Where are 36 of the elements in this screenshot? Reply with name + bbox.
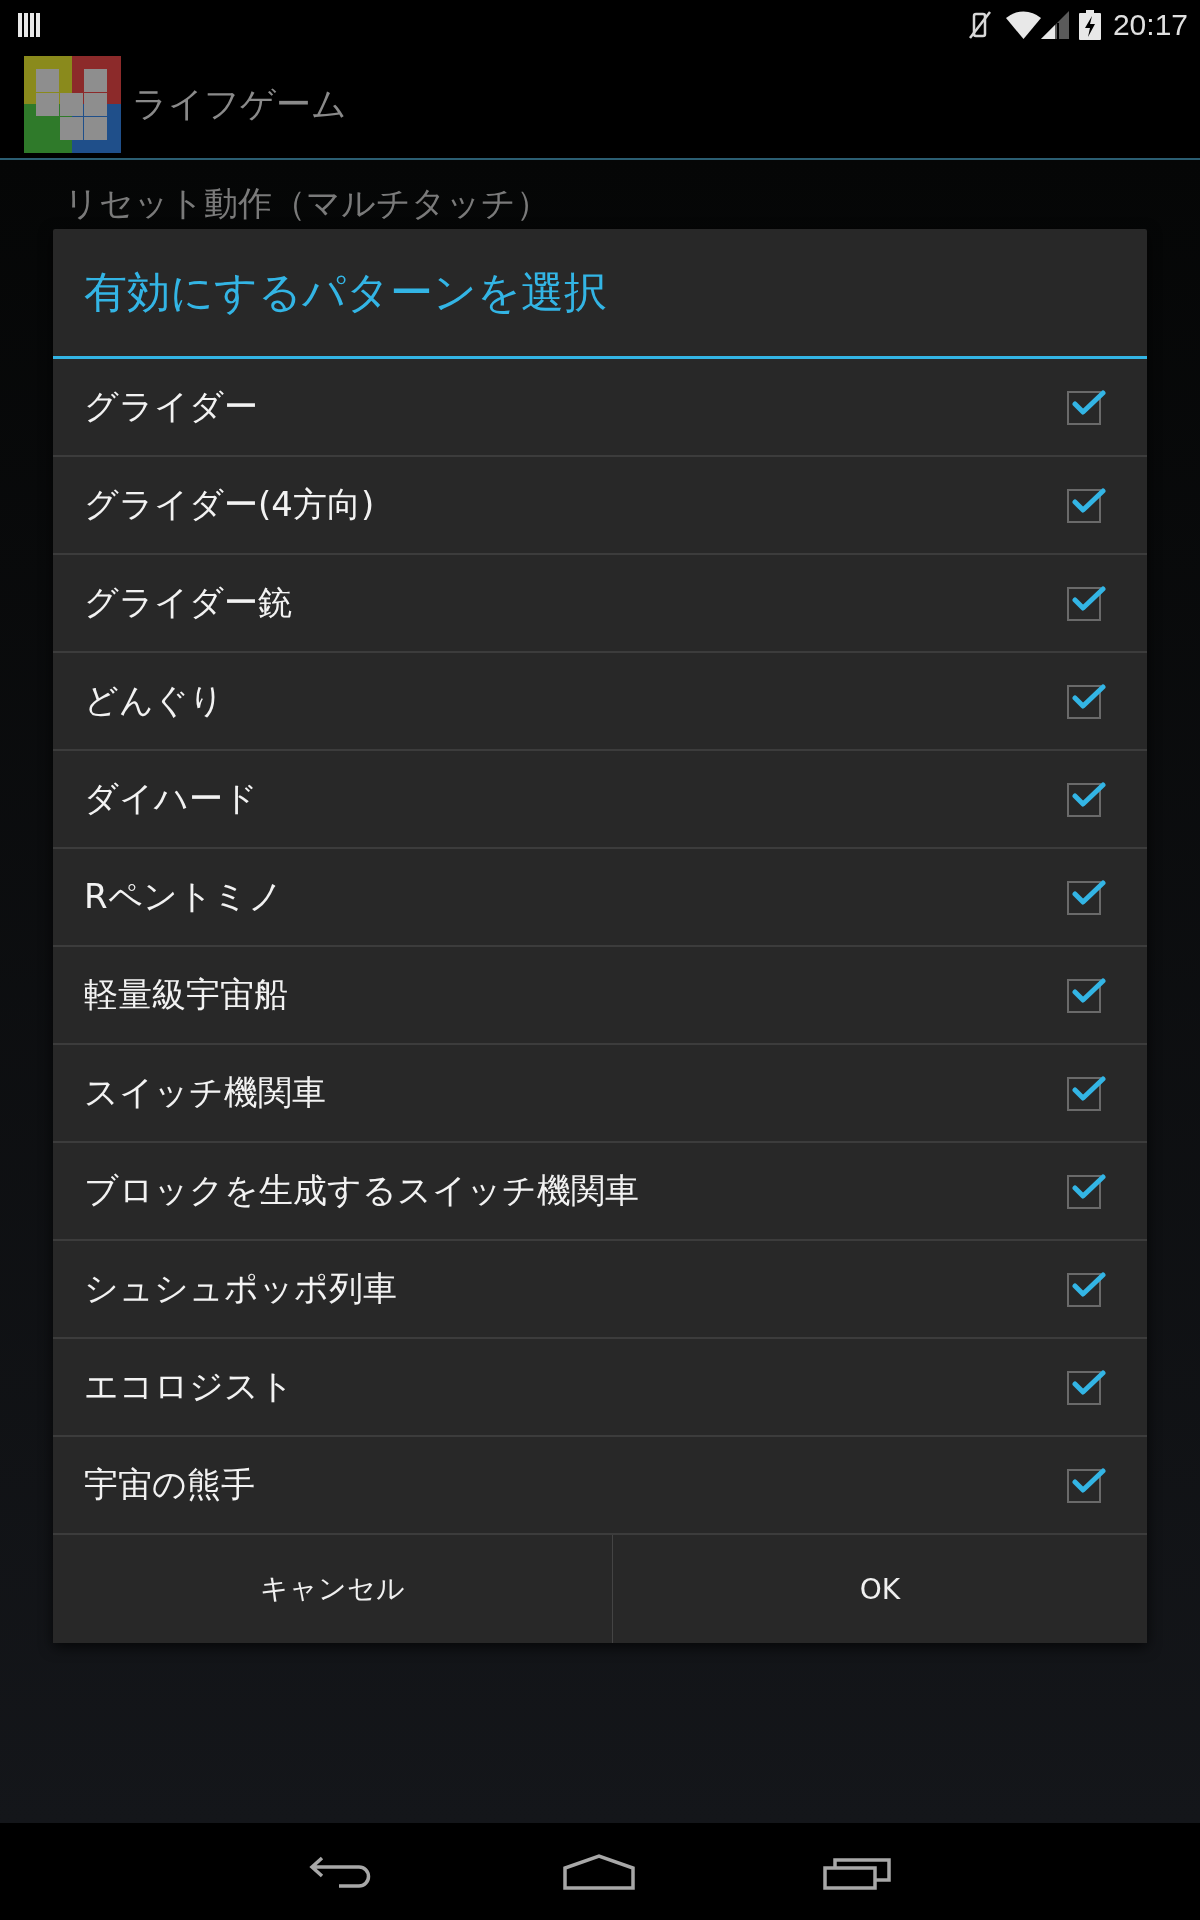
checkbox[interactable] [1066, 1074, 1106, 1112]
pattern-option[interactable]: ダイハード [53, 751, 1147, 849]
checkbox[interactable] [1066, 584, 1106, 622]
checkbox[interactable] [1066, 1270, 1106, 1308]
pattern-option[interactable]: エコロジスト [53, 1339, 1147, 1437]
preference-title: リセット動作（マルチタッチ） [63, 182, 551, 225]
checkbox[interactable] [1066, 780, 1106, 818]
pattern-option[interactable]: グライダー(4方向) [53, 457, 1147, 555]
mute-icon [967, 10, 992, 40]
checkbox[interactable] [1066, 878, 1106, 916]
dialog-title: 有効にするパターンを選択 [53, 229, 1147, 359]
pattern-option[interactable]: どんぐり [53, 653, 1147, 751]
checkbox[interactable] [1066, 388, 1106, 426]
pattern-option[interactable]: Rペントミノ [53, 849, 1147, 947]
bars-icon [18, 13, 40, 37]
pattern-option[interactable]: グライダー銃 [53, 555, 1147, 653]
pattern-option[interactable]: ブロックを生成するスイッチ機関車 [53, 1143, 1147, 1241]
app-icon [24, 55, 121, 153]
checkbox[interactable] [1066, 682, 1106, 720]
checkbox[interactable] [1066, 1466, 1106, 1504]
checkbox[interactable] [1066, 1172, 1106, 1210]
pattern-option[interactable]: スイッチ機関車 [53, 1045, 1147, 1143]
dialog-button[interactable]: キャンセル [53, 1535, 613, 1643]
pattern-option[interactable]: 軽量級宇宙船 [53, 947, 1147, 1045]
pattern-option[interactable]: シュシュポッポ列車 [53, 1241, 1147, 1339]
back-icon[interactable] [309, 1854, 373, 1889]
battery-icon [1078, 10, 1101, 40]
dialog-button[interactable]: OK [613, 1535, 1147, 1643]
home-icon[interactable] [563, 1853, 635, 1890]
checkbox[interactable] [1066, 1368, 1106, 1406]
signal-icon [1040, 11, 1069, 39]
clock-time: 20:17 [1112, 8, 1188, 42]
app-title: ライフゲーム [132, 82, 347, 126]
pattern-option[interactable]: グライダー [53, 359, 1147, 457]
checkbox[interactable] [1066, 486, 1106, 524]
checkbox[interactable] [1066, 976, 1106, 1014]
